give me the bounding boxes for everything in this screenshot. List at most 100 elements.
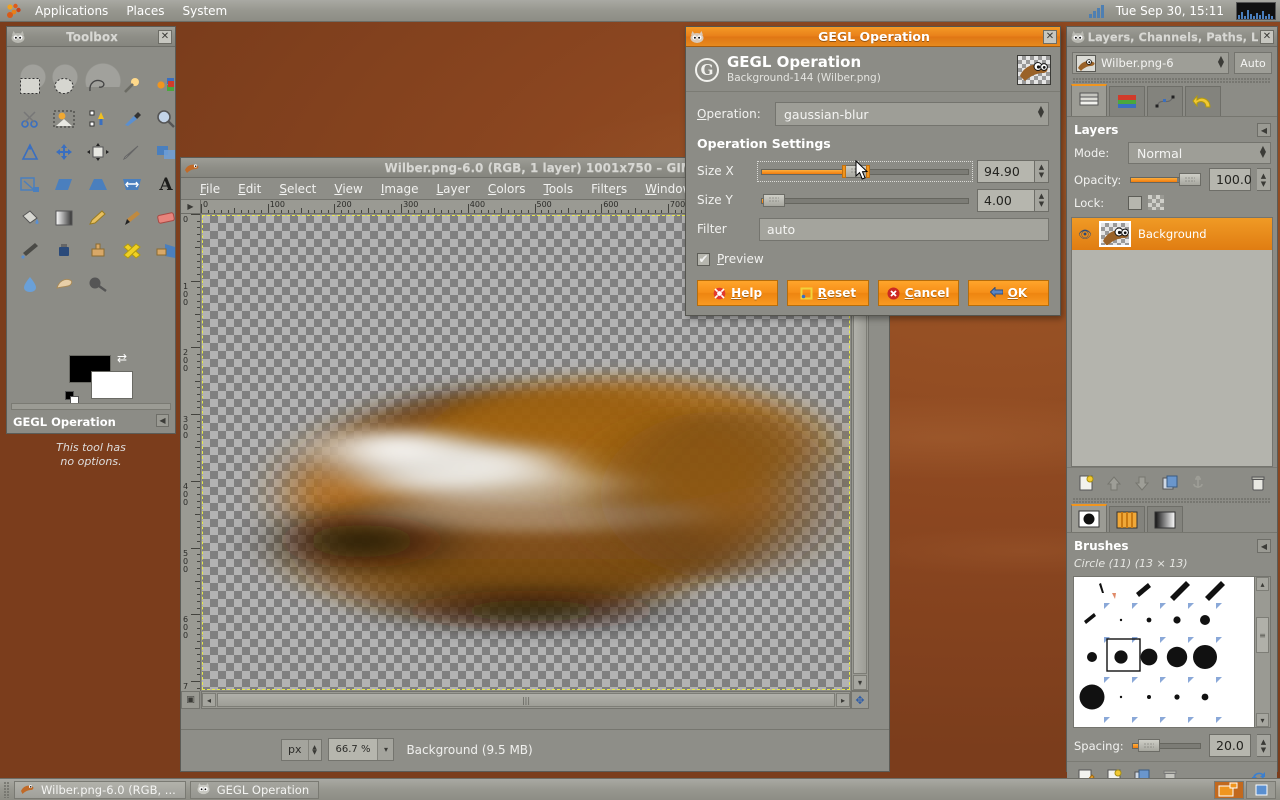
canvas-horizontal-scrollbar[interactable]: ◂ ||| ▸ xyxy=(201,691,851,709)
gnome-foot-icon[interactable] xyxy=(5,3,23,19)
unit-selector[interactable]: px ▲▼ xyxy=(281,739,322,761)
menu-filters[interactable]: Filters xyxy=(582,180,636,198)
collapse-icon[interactable]: ◀ xyxy=(1257,539,1271,553)
duplicate-layer-button[interactable] xyxy=(1157,472,1183,494)
size-x-thumb[interactable] xyxy=(845,165,867,178)
opacity-thumb[interactable] xyxy=(1179,173,1201,186)
collapse-icon[interactable]: ◀ xyxy=(156,414,169,427)
crop-tool[interactable] xyxy=(115,135,149,168)
cancel-button[interactable]: Cancel xyxy=(878,280,959,306)
tab-brushes[interactable] xyxy=(1071,504,1107,532)
spacing-slider[interactable] xyxy=(1130,737,1203,754)
shear-tool[interactable] xyxy=(47,168,81,201)
tab-undo-history[interactable] xyxy=(1185,86,1221,116)
chevron-down-icon[interactable]: ▾ xyxy=(377,739,393,760)
panel-grip[interactable] xyxy=(4,782,10,798)
rotate-tool[interactable] xyxy=(149,135,183,168)
close-icon[interactable]: ✕ xyxy=(1260,30,1274,44)
tab-patterns[interactable] xyxy=(1109,506,1145,532)
dodge-burn-tool[interactable] xyxy=(81,267,115,300)
size-y-value[interactable]: 4.00 xyxy=(977,189,1035,212)
clock[interactable]: Tue Sep 30, 15:11 xyxy=(1110,4,1230,18)
menu-view[interactable]: View xyxy=(325,180,371,198)
menu-tools[interactable]: Tools xyxy=(535,180,583,198)
menu-colors[interactable]: Colors xyxy=(479,180,535,198)
size-x-slider[interactable] xyxy=(759,163,971,180)
layer-list[interactable]: 👁 Background xyxy=(1071,217,1273,467)
collapse-icon[interactable]: ◀ xyxy=(1257,123,1271,137)
free-select-tool[interactable] xyxy=(81,69,115,102)
perspective-tool[interactable] xyxy=(81,168,115,201)
spacing-value[interactable]: 20.0 xyxy=(1209,734,1251,757)
menu-select[interactable]: Select xyxy=(270,180,325,198)
swap-colors-icon[interactable]: ⇄ xyxy=(117,351,127,365)
brush-grid-scrollbar[interactable]: ▴ ≡ ▾ xyxy=(1254,577,1270,727)
scroll-up-icon[interactable]: ▴ xyxy=(1256,577,1269,591)
scroll-left-icon[interactable]: ◂ xyxy=(202,693,216,707)
blur-sharpen-tool[interactable] xyxy=(13,267,47,300)
text-tool[interactable]: A xyxy=(149,168,183,201)
perspective-clone-tool[interactable] xyxy=(149,234,183,267)
raise-layer-button[interactable] xyxy=(1101,472,1127,494)
clone-tool[interactable] xyxy=(81,234,115,267)
filter-input[interactable]: auto xyxy=(759,218,1049,241)
delete-layer-button[interactable] xyxy=(1245,472,1271,494)
spacing-thumb[interactable] xyxy=(1138,739,1160,752)
size-y-thumb[interactable] xyxy=(763,194,785,207)
size-y-slider[interactable] xyxy=(759,192,971,209)
gegl-dialog-titlebar[interactable]: GEGL Operation ✕ xyxy=(686,27,1060,47)
menu-applications[interactable]: Applications xyxy=(26,2,117,20)
close-icon[interactable]: ✕ xyxy=(1043,30,1057,44)
anchor-layer-button[interactable] xyxy=(1185,472,1211,494)
new-layer-button[interactable] xyxy=(1073,472,1099,494)
ink-tool[interactable] xyxy=(47,234,81,267)
menu-file[interactable]: File xyxy=(191,180,229,198)
workspace-2[interactable] xyxy=(1246,781,1276,799)
spacing-stepper[interactable]: ▲▼ xyxy=(1257,734,1271,757)
cpu-graph-icon[interactable] xyxy=(1236,2,1276,20)
zoom-tool[interactable] xyxy=(149,102,183,135)
taskbar-item-gegl-dialog[interactable]: GEGL Operation xyxy=(190,781,319,799)
foreground-select-tool[interactable] xyxy=(47,102,81,135)
tab-layers[interactable] xyxy=(1071,84,1107,116)
scroll-down-icon[interactable]: ▾ xyxy=(1256,713,1269,727)
flip-tool[interactable] xyxy=(115,168,149,201)
tab-paths[interactable] xyxy=(1147,86,1183,116)
brush-scroll-thumb[interactable]: ≡ xyxy=(1256,617,1269,653)
brush-grid[interactable]: ▴ ≡ ▾ xyxy=(1073,576,1271,728)
heal-tool[interactable] xyxy=(115,234,149,267)
paths-tool[interactable] xyxy=(81,102,115,135)
eraser-tool[interactable] xyxy=(149,201,183,234)
unit-spinner-icon[interactable]: ▲▼ xyxy=(308,740,321,760)
bucket-fill-tool[interactable] xyxy=(13,201,47,234)
ruler-origin-button[interactable]: ▶ xyxy=(181,200,201,214)
move-tool[interactable] xyxy=(47,135,81,168)
lock-alpha-icon[interactable] xyxy=(1148,195,1164,210)
zoom-selector[interactable]: 66.7 % ▾ xyxy=(328,738,395,761)
size-x-value[interactable]: 94.90 xyxy=(977,160,1035,183)
scale-tool[interactable] xyxy=(13,168,47,201)
mode-select[interactable]: Normal ▲▼ xyxy=(1128,142,1271,164)
ellipse-select-tool[interactable] xyxy=(47,69,81,102)
horizontal-scroll-thumb[interactable]: ||| xyxy=(217,693,835,707)
rect-select-tool[interactable] xyxy=(13,69,47,102)
size-x-stepper[interactable]: ▲▼ xyxy=(1035,160,1049,183)
auto-follow-button[interactable]: Auto xyxy=(1234,52,1272,74)
operation-select[interactable]: gaussian-blur ▲▼ xyxy=(775,102,1049,126)
dock-titlebar[interactable]: Layers, Channels, Paths, L ✕ xyxy=(1067,27,1277,47)
eye-icon[interactable]: 👁 xyxy=(1078,227,1092,241)
scroll-down-icon[interactable]: ▾ xyxy=(853,675,867,690)
menu-layer[interactable]: Layer xyxy=(427,180,478,198)
menu-places[interactable]: Places xyxy=(117,2,173,20)
measure-tool[interactable] xyxy=(13,135,47,168)
network-monitor-icon[interactable] xyxy=(1081,4,1104,18)
menu-system[interactable]: System xyxy=(173,2,236,20)
airbrush-tool[interactable] xyxy=(13,234,47,267)
background-color-swatch[interactable] xyxy=(91,371,133,399)
opacity-value[interactable]: 100.0 xyxy=(1209,168,1251,191)
help-button[interactable]: Help xyxy=(697,280,778,306)
image-selector[interactable]: Wilber.png-6 ▲▼ xyxy=(1072,52,1229,74)
opacity-slider[interactable] xyxy=(1128,171,1203,188)
opacity-stepper[interactable]: ▲▼ xyxy=(1257,168,1271,191)
close-icon[interactable]: ✕ xyxy=(158,30,172,44)
